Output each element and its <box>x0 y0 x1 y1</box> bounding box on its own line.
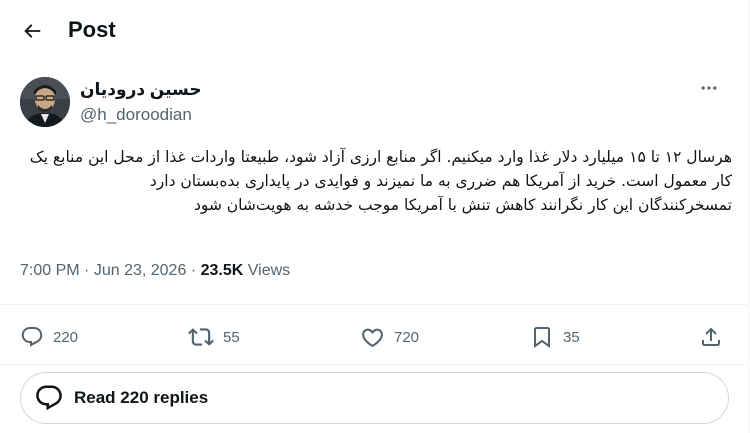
author-name[interactable]: حسین درودیان <box>80 79 202 101</box>
post-date[interactable]: Jun 23, 2026 <box>94 262 187 279</box>
reply-icon <box>21 327 43 347</box>
bookmark-button[interactable]: 35 <box>530 323 580 351</box>
column-border <box>748 0 749 433</box>
views-link[interactable]: 23.5K Views <box>201 262 291 279</box>
avatar[interactable] <box>20 77 70 127</box>
heart-icon <box>362 328 383 347</box>
bookmark-icon <box>534 327 550 348</box>
views-label: Views <box>247 262 291 279</box>
author-handle[interactable]: @h_doroodian <box>80 104 192 126</box>
reply-button[interactable]: 220 <box>20 323 78 351</box>
post-time[interactable]: 7:00 PM <box>20 262 80 279</box>
page-title: Post <box>68 17 116 42</box>
repost-count: 55 <box>223 328 240 346</box>
more-icon <box>701 86 717 90</box>
avatar-photo <box>20 77 70 127</box>
reply-count: 220 <box>53 328 79 346</box>
read-replies-button[interactable]: Read 220 replies <box>20 372 729 424</box>
views-count: 23.5K <box>200 262 244 279</box>
repost-button[interactable]: 55 <box>188 323 240 351</box>
meta-separator: · <box>84 262 90 279</box>
reply-bubble-icon <box>34 383 64 413</box>
bookmark-count: 35 <box>563 328 580 346</box>
share-button[interactable] <box>699 323 723 351</box>
post-text: هرسال ۱۲ تا ۱۵ میلیارد دلار غذا وارد میک… <box>29 148 732 214</box>
repost-icon <box>188 328 214 346</box>
back-button[interactable] <box>15 14 49 48</box>
post-header: Post <box>0 0 748 62</box>
like-button[interactable]: 720 <box>360 323 419 351</box>
more-options-button[interactable] <box>694 76 724 100</box>
like-count: 720 <box>394 328 420 346</box>
post-meta: 7:00 PM · Jun 23, 2026 · 23.5K Views <box>20 260 290 282</box>
share-icon <box>702 327 720 346</box>
meta-separator: · <box>190 262 197 279</box>
read-replies-label: Read 220 replies <box>74 388 209 407</box>
divider-top <box>0 304 748 305</box>
divider-bottom <box>0 364 748 365</box>
back-arrow-icon <box>24 24 41 38</box>
